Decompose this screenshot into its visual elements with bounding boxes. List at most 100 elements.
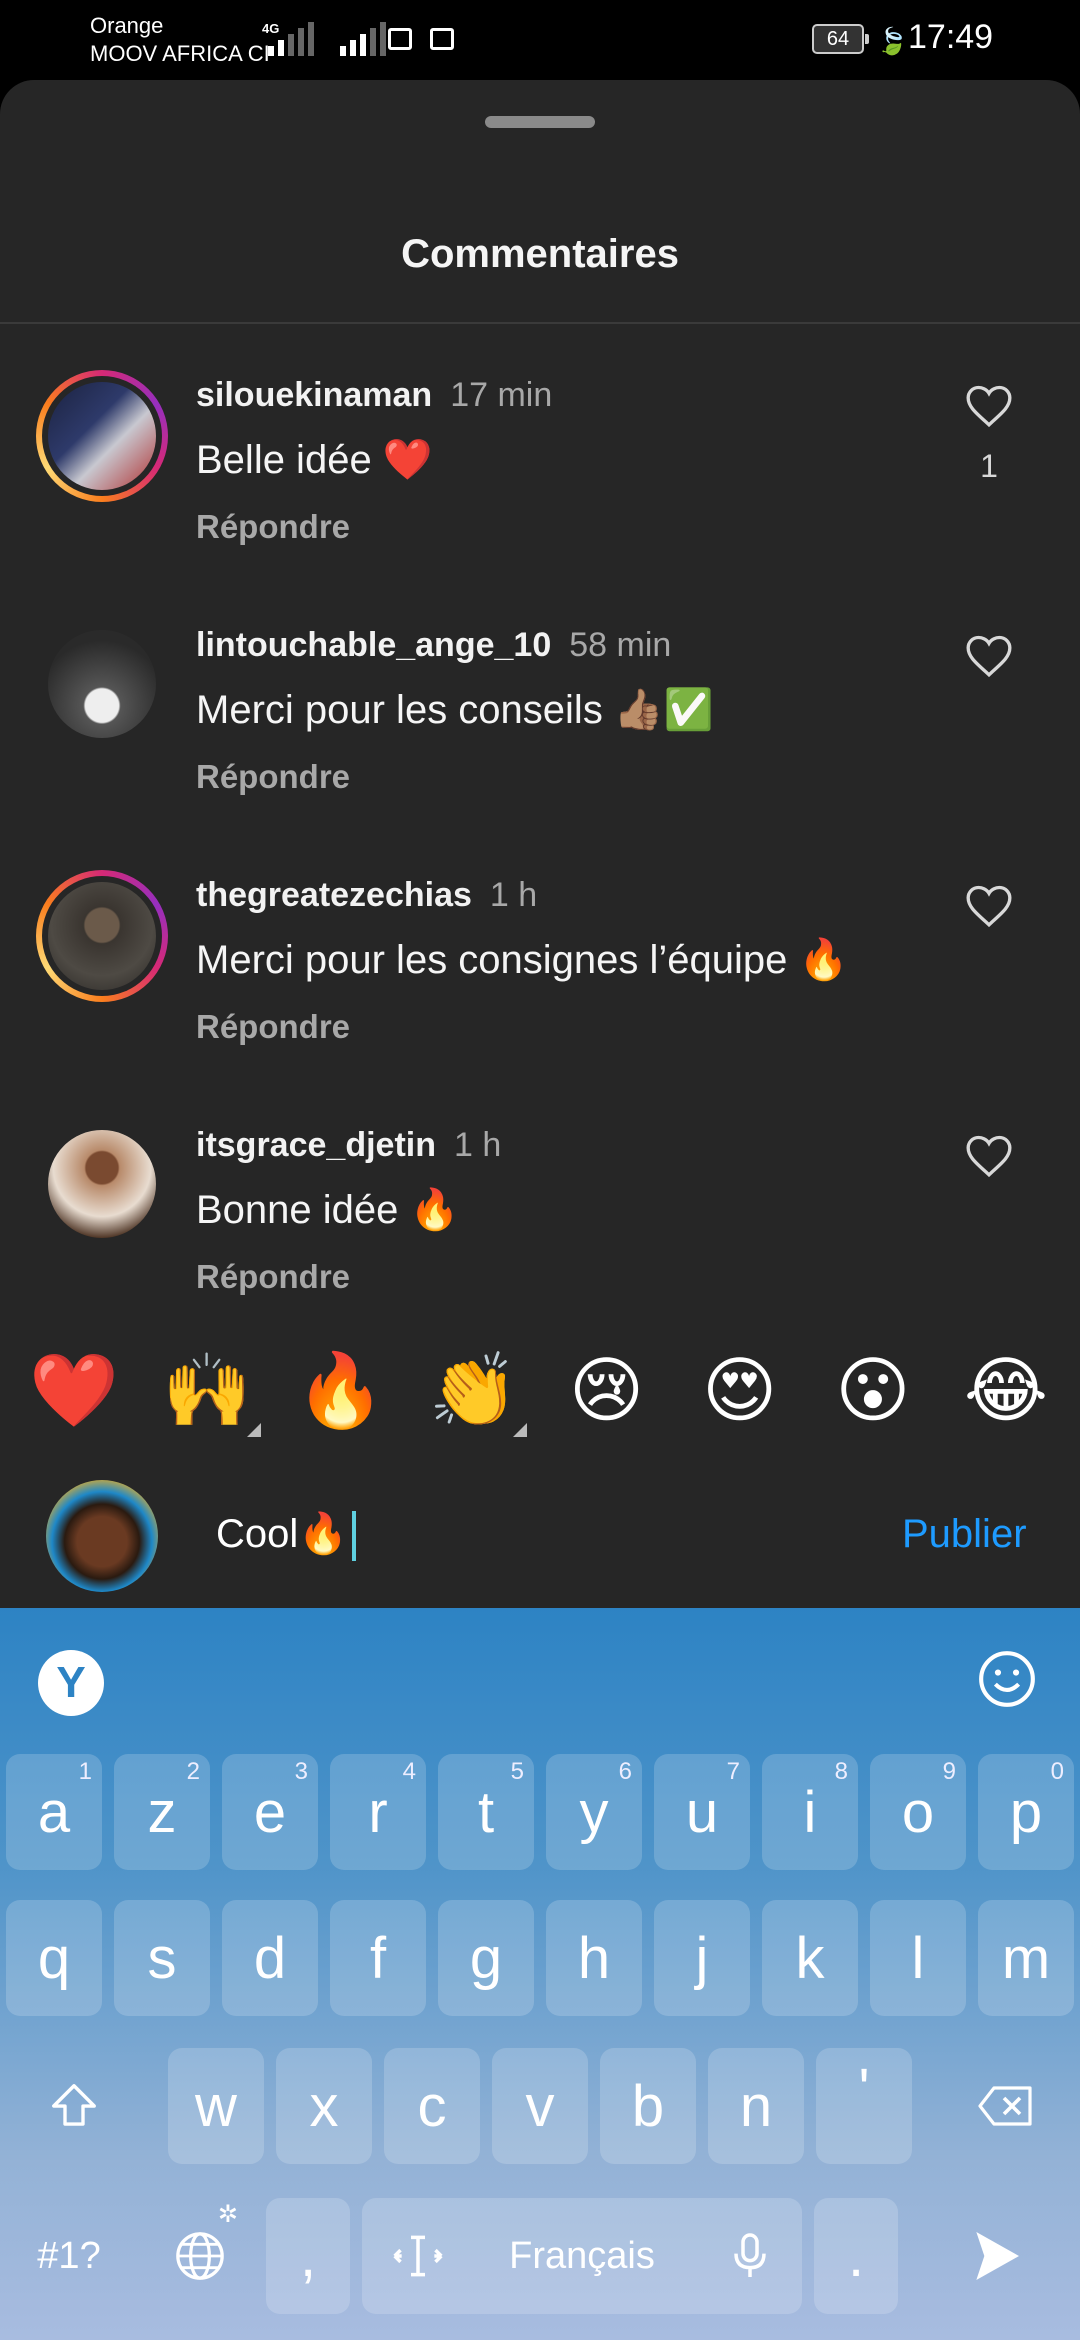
divider: [0, 322, 1080, 324]
microphone-icon: [734, 2233, 766, 2277]
comment-text: Bonne idée 🔥: [196, 1188, 460, 1232]
comma-key[interactable]: ,: [266, 2198, 350, 2314]
emoji-icon[interactable]: [976, 1648, 1038, 1710]
emoji-heart[interactable]: ❤️: [14, 1348, 134, 1433]
carrier-1: Orange: [90, 13, 164, 38]
avatar[interactable]: [36, 870, 168, 1002]
emoji-quick-bar: ❤️ 🙌 🔥 👏 😢 😍 😮 😂: [0, 1330, 1080, 1450]
publish-button[interactable]: Publier: [902, 1512, 1027, 1557]
key-h[interactable]: h: [546, 1900, 642, 2016]
key-b[interactable]: b: [600, 2048, 696, 2164]
send-key[interactable]: [940, 2198, 1050, 2314]
username[interactable]: itsgrace_djetin: [196, 1126, 436, 1164]
key-p[interactable]: p0: [978, 1754, 1074, 1870]
emoji-crying[interactable]: 😢: [547, 1348, 667, 1432]
sim-2-icon: [430, 28, 454, 50]
key-a[interactable]: a1: [6, 1754, 102, 1870]
heart-outline-icon[interactable]: [964, 632, 1014, 678]
key-i[interactable]: i8: [762, 1754, 858, 1870]
key-e[interactable]: e3: [222, 1754, 318, 1870]
keyboard-toolbar: Y: [0, 1608, 1080, 1748]
comment-header: silouekinaman 17 min: [196, 376, 552, 415]
heart-outline-icon[interactable]: [964, 1132, 1014, 1178]
heart-outline-icon[interactable]: [964, 882, 1014, 928]
emoji-raising-hands[interactable]: 🙌: [147, 1348, 267, 1437]
comment-header: lintouchable_ange_10 58 min: [196, 626, 671, 665]
timestamp: 58 min: [569, 626, 672, 664]
key-j[interactable]: j: [654, 1900, 750, 2016]
timestamp: 1 h: [489, 876, 538, 914]
reply-button[interactable]: Répondre: [196, 508, 350, 546]
sheet-title: Commentaires: [401, 232, 679, 276]
key-q[interactable]: q: [6, 1900, 102, 2016]
key-o[interactable]: o9: [870, 1754, 966, 1870]
shift-icon: [52, 2084, 96, 2126]
comment-item: thegreatezechias 1 h Merci pour les consi…: [0, 850, 1080, 1080]
key-u[interactable]: u7: [654, 1754, 750, 1870]
emoji-fire[interactable]: 🔥: [280, 1348, 400, 1433]
like-count: 1: [980, 448, 998, 484]
symbols-key[interactable]: #1?: [14, 2198, 124, 2314]
reply-button[interactable]: Répondre: [196, 758, 350, 796]
avatar[interactable]: [48, 630, 156, 738]
keyboard: Y a1 z2 e3 r4 t5 y6 u7 i8 o9 p0 q s d f …: [0, 1608, 1080, 2340]
key-s[interactable]: s: [114, 1900, 210, 2016]
comment-header: thegreatezechias 1 h: [196, 876, 537, 915]
globe-icon: [176, 2232, 224, 2280]
emoji-heart-eyes[interactable]: 😍: [680, 1348, 800, 1432]
key-w[interactable]: w: [168, 2048, 264, 2164]
key-x[interactable]: x: [276, 2048, 372, 2164]
language-key[interactable]: ✲: [150, 2198, 250, 2314]
key-g[interactable]: g: [438, 1900, 534, 2016]
username[interactable]: thegreatezechias: [196, 876, 472, 914]
key-k[interactable]: k: [762, 1900, 858, 2016]
send-icon: [976, 2232, 1019, 2280]
comment-item: itsgrace_djetin 1 h Bonne idée 🔥 Répondre: [0, 1100, 1080, 1330]
comment-text: Merci pour les consignes l’équipe 🔥: [196, 938, 849, 982]
key-apostrophe[interactable]: ': [816, 2048, 912, 2164]
status-bar: Orange MOOV AFRICA CI 4G 64 🍃 17:49: [0, 0, 1080, 80]
carrier-names: Orange MOOV AFRICA CI: [90, 12, 270, 68]
key-c[interactable]: c: [384, 2048, 480, 2164]
carrier-2: MOOV AFRICA CI: [90, 41, 270, 66]
comment-header: itsgrace_djetin 1 h: [196, 1126, 501, 1165]
drag-handle[interactable]: [485, 116, 595, 128]
keyboard-logo-button[interactable]: Y: [38, 1650, 104, 1716]
text-caret: [352, 1511, 357, 1562]
comment-text: Merci pour les conseils 👍🏽✅: [196, 688, 714, 732]
settings-gear-icon: ✲: [217, 2201, 238, 2228]
timestamp: 17 min: [450, 376, 553, 414]
username[interactable]: lintouchable_ange_10: [196, 626, 551, 664]
username[interactable]: silouekinaman: [196, 376, 432, 414]
emoji-clapping[interactable]: 👏: [413, 1348, 533, 1437]
key-y[interactable]: y6: [546, 1754, 642, 1870]
avatar[interactable]: [36, 370, 168, 502]
sim-1-icon: [388, 28, 412, 50]
key-d[interactable]: d: [222, 1900, 318, 2016]
comment-item: silouekinaman 17 min Belle idée ❤️ Répond…: [0, 350, 1080, 580]
leaf-icon: 🍃: [876, 26, 909, 56]
key-t[interactable]: t5: [438, 1754, 534, 1870]
emoji-surprised[interactable]: 😮: [813, 1348, 933, 1432]
reply-button[interactable]: Répondre: [196, 1008, 350, 1046]
battery-indicator: 64: [812, 24, 869, 54]
key-r[interactable]: r4: [330, 1754, 426, 1870]
cursor-move-icon: [393, 2235, 443, 2277]
space-key[interactable]: Français: [362, 2198, 802, 2314]
key-f[interactable]: f: [330, 1900, 426, 2016]
emoji-laughing[interactable]: 😂: [946, 1348, 1066, 1432]
key-m[interactable]: m: [978, 1900, 1074, 2016]
comment-input[interactable]: Cool🔥: [216, 1510, 357, 1562]
heart-outline-icon[interactable]: [964, 382, 1014, 428]
comment-text: Belle idée ❤️: [196, 438, 433, 482]
backspace-key[interactable]: [946, 2048, 1066, 2164]
reply-button[interactable]: Répondre: [196, 1258, 350, 1296]
key-n[interactable]: n: [708, 2048, 804, 2164]
avatar[interactable]: [48, 1130, 156, 1238]
key-v[interactable]: v: [492, 2048, 588, 2164]
period-key[interactable]: .: [814, 2198, 898, 2314]
my-avatar: [46, 1480, 158, 1592]
key-z[interactable]: z2: [114, 1754, 210, 1870]
shift-key[interactable]: [14, 2048, 134, 2164]
key-l[interactable]: l: [870, 1900, 966, 2016]
